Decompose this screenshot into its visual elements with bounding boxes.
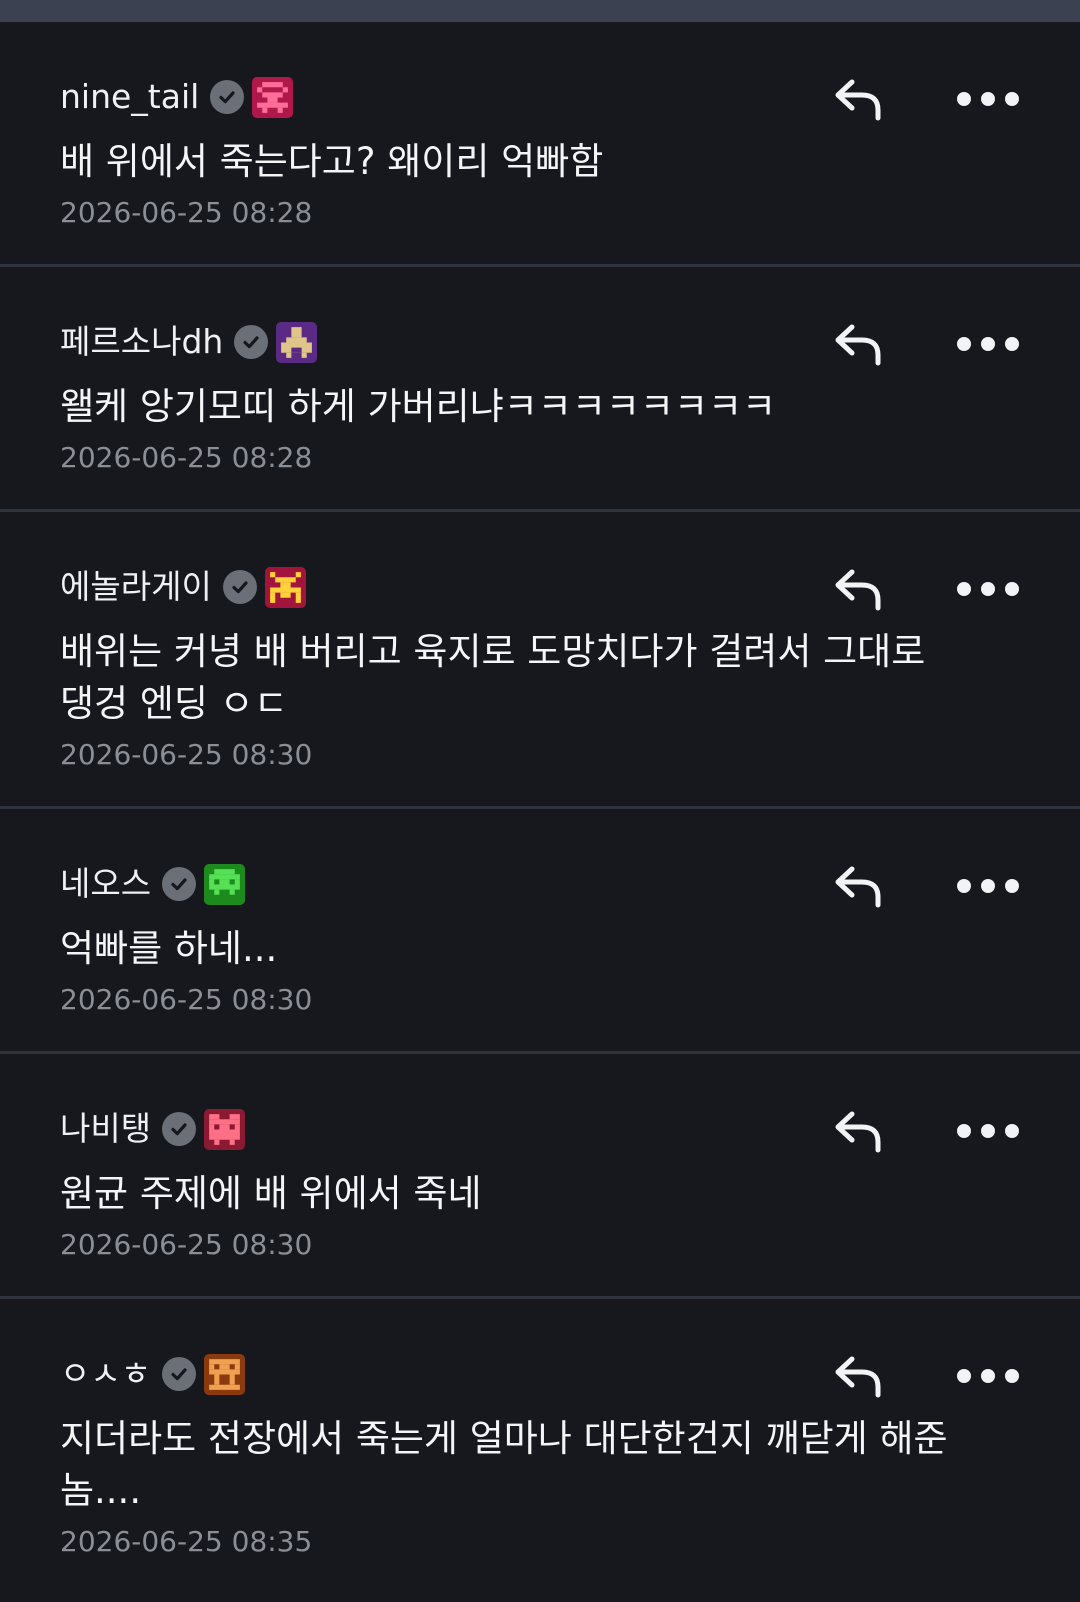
more-dots-icon[interactable] (956, 564, 1020, 614)
comment-item: nine_tail 배 위에서 죽는다고? 왜이리 억빠함 2026-06-25… (0, 22, 1080, 267)
comment-item: 나비탱 원균 주제에 배 위에서 죽네 2026-06-25 08:30 (0, 1054, 1080, 1299)
more-dots-icon[interactable] (956, 861, 1020, 911)
verified-check-icon (162, 1357, 197, 1391)
comment-username[interactable]: 네오스 (60, 861, 151, 907)
comment-username[interactable]: 페르소나dh (60, 319, 223, 365)
more-dots-icon[interactable] (956, 1351, 1020, 1401)
comment-list: nine_tail 배 위에서 죽는다고? 왜이리 억빠함 2026-06-25… (0, 22, 1080, 1602)
more-dots-icon[interactable] (956, 319, 1020, 369)
comment-actions (832, 319, 1020, 369)
comment-actions (832, 74, 1020, 124)
verified-check-icon (222, 570, 257, 604)
comment-text: 지더라도 전장에서 죽는게 얼마나 대단한건지 깨닫게 해준 놈.... (60, 1417, 948, 1512)
comment-date: 2026-06-25 08:28 (60, 196, 313, 229)
pixel-creature-icon (204, 863, 246, 905)
comment-date: 2026-06-25 08:30 (60, 1228, 313, 1261)
more-dots-icon[interactable] (956, 1106, 1020, 1156)
comment-text: 왤케 앙기모띠 하게 가버리냐ㅋㅋㅋㅋㅋㅋㅋㅋ (60, 385, 777, 428)
pixel-creature-icon (204, 1108, 246, 1150)
verified-check-icon (234, 325, 269, 359)
reply-arrow-icon[interactable] (832, 1106, 886, 1156)
comment-text: 배위는 커녕 배 버리고 육지로 도망치다가 걸려서 그대로 댕겅 엔딩 ㅇㄷ (60, 630, 926, 725)
reply-arrow-icon[interactable] (832, 74, 886, 124)
comment-date: 2026-06-25 08:35 (60, 1525, 313, 1558)
comment-item: ㅇㅅㅎ 지더라도 전장에서 죽는게 얼마나 대단한건지 깨닫게 해준 놈....… (0, 1299, 1080, 1602)
comment-date: 2026-06-25 08:30 (60, 738, 313, 771)
pixel-creature-icon (252, 76, 294, 118)
more-dots-icon[interactable] (956, 74, 1020, 124)
verified-check-icon (162, 1112, 197, 1146)
comment-text: 억빠를 하네... (60, 927, 278, 970)
reply-arrow-icon[interactable] (832, 564, 886, 614)
comment-actions (832, 861, 1020, 911)
pixel-creature-icon (264, 566, 306, 608)
comment-item: 네오스 억빠를 하네... 2026-06-25 08:30 (0, 809, 1080, 1054)
comment-item: 에놀라게이 배위는 커녕 배 버리고 육지로 도망치다가 걸려서 그대로 댕겅 … (0, 512, 1080, 809)
comment-username[interactable]: 나비탱 (60, 1106, 151, 1152)
top-bar (0, 0, 1080, 22)
reply-arrow-icon[interactable] (832, 319, 886, 369)
comment-date: 2026-06-25 08:30 (60, 983, 313, 1016)
reply-arrow-icon[interactable] (832, 1351, 886, 1401)
comment-text: 원균 주제에 배 위에서 죽네 (60, 1172, 482, 1215)
reply-arrow-icon[interactable] (832, 861, 886, 911)
comment-username[interactable]: nine_tail (60, 74, 199, 120)
pixel-creature-icon (276, 321, 318, 363)
comment-text: 배 위에서 죽는다고? 왜이리 억빠함 (60, 140, 604, 183)
comment-item: 페르소나dh 왤케 앙기모띠 하게 가버리냐ㅋㅋㅋㅋㅋㅋㅋㅋ 2026-06-2… (0, 267, 1080, 512)
comment-date: 2026-06-25 08:28 (60, 441, 313, 474)
verified-check-icon (162, 867, 197, 901)
comment-actions (832, 1351, 1020, 1401)
verified-check-icon (210, 80, 245, 114)
pixel-creature-icon (204, 1353, 246, 1395)
comment-actions (832, 1106, 1020, 1156)
comment-actions (832, 564, 1020, 614)
comment-username[interactable]: ㅇㅅㅎ (60, 1351, 151, 1397)
comment-username[interactable]: 에놀라게이 (60, 564, 212, 610)
